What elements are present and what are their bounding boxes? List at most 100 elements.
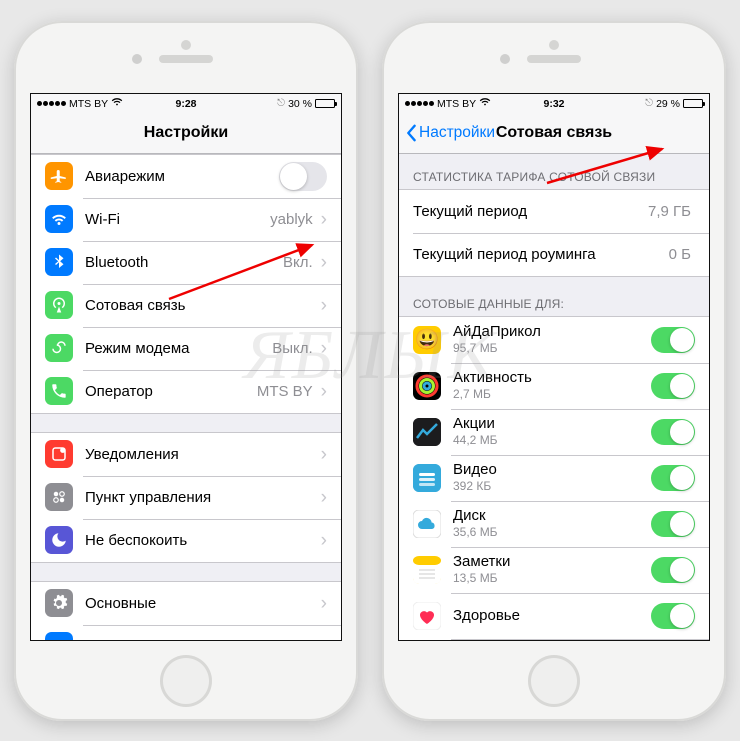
screen-right: MTS BY 9:32 ⎋ 29 % Настройки Сотовая свя… bbox=[398, 93, 710, 641]
app-usage: 392 КБ bbox=[453, 480, 651, 494]
ear-speaker bbox=[527, 55, 581, 63]
nav-title: Настройки bbox=[144, 124, 228, 142]
row-label: Режим модема bbox=[85, 340, 190, 357]
cellular-icon bbox=[45, 291, 73, 319]
row-label: Экран и яркость bbox=[85, 638, 198, 640]
settings-row-hotspot[interactable]: Режим модемаВыкл.› bbox=[31, 327, 341, 370]
app-switch[interactable] bbox=[651, 465, 695, 491]
chevron-right-icon: › bbox=[321, 296, 327, 315]
battery-pct-label: 30 % bbox=[288, 98, 312, 110]
status-bar: MTS BY 9:32 ⎋ 29 % bbox=[399, 94, 709, 114]
nav-bar: Настройки bbox=[31, 114, 341, 154]
display-icon: AA bbox=[45, 632, 73, 640]
nav-back-button[interactable]: Настройки bbox=[405, 124, 495, 142]
row-detail: Выкл. bbox=[272, 340, 312, 357]
bluetooth-icon: ⎋ bbox=[277, 98, 285, 109]
proximity-sensor bbox=[181, 40, 191, 50]
clock-label: 9:32 bbox=[543, 98, 564, 110]
apps-header: СОТОВЫЕ ДАННЫЕ ДЛЯ: bbox=[399, 291, 709, 316]
wifi-icon bbox=[479, 97, 491, 110]
stats-value: 7,9 ГБ bbox=[648, 203, 691, 220]
nav-back-label: Настройки bbox=[419, 124, 495, 142]
app-name: Акции bbox=[453, 415, 651, 432]
chevron-right-icon: › bbox=[321, 488, 327, 507]
row-label: Оператор bbox=[85, 383, 153, 400]
nav-title: Сотовая связь bbox=[496, 124, 612, 142]
wifi-icon bbox=[111, 97, 123, 110]
front-camera bbox=[132, 54, 142, 64]
settings-row-bluetooth[interactable]: BluetoothВкл.› bbox=[31, 241, 341, 284]
stocks-icon bbox=[413, 418, 441, 446]
settings-row-control[interactable]: Пункт управления› bbox=[31, 476, 341, 519]
row-label: Авиарежим bbox=[85, 168, 165, 185]
battery-icon bbox=[683, 99, 703, 108]
app-switch[interactable] bbox=[651, 603, 695, 629]
settings-list[interactable]: АвиарежимWi-Fiyablyk›BluetoothВкл.›Сотов… bbox=[31, 154, 341, 640]
app-name: Здоровье bbox=[453, 607, 651, 624]
app-row-videos[interactable]: Видео 392 КБ bbox=[399, 455, 709, 501]
hotspot-icon bbox=[45, 334, 73, 362]
settings-row-general[interactable]: Основные › bbox=[31, 582, 341, 625]
app-switch[interactable] bbox=[651, 511, 695, 537]
general-icon bbox=[45, 589, 73, 617]
app-switch[interactable] bbox=[651, 373, 695, 399]
app-usage: 2,7 МБ bbox=[453, 388, 651, 402]
row-detail: Вкл. bbox=[283, 254, 313, 271]
row-label: Wi-Fi bbox=[85, 211, 120, 228]
app-row-smiley[interactable]: 😃АйДаПрикол95,7 МБ bbox=[399, 317, 709, 363]
stats-value: 0 Б bbox=[669, 246, 691, 263]
notify-icon bbox=[45, 440, 73, 468]
row-label: Сотовая связь bbox=[85, 297, 185, 314]
app-row-notes[interactable]: Заметки13,5 МБ bbox=[399, 547, 709, 593]
stats-label: Текущий период bbox=[413, 203, 527, 220]
videos-icon bbox=[413, 464, 441, 492]
chevron-right-icon: › bbox=[321, 594, 327, 613]
settings-row-phone[interactable]: ОператорMTS BY› bbox=[31, 370, 341, 413]
nav-bar: Настройки Сотовая связь bbox=[399, 114, 709, 154]
app-switch[interactable] bbox=[651, 557, 695, 583]
screen-left: MTS BY 9:28 ⎋ 30 % Настройки Авиарежим Wi… bbox=[30, 93, 342, 641]
phone-left: MTS BY 9:28 ⎋ 30 % Настройки Авиарежим Wi… bbox=[14, 21, 358, 721]
settings-row-wifi[interactable]: Wi-Fiyablyk› bbox=[31, 198, 341, 241]
app-row-stocks[interactable]: Акции 44,2 МБ bbox=[399, 409, 709, 455]
wifi-icon bbox=[45, 205, 73, 233]
app-row-cloud[interactable]: Диск35,6 МБ bbox=[399, 501, 709, 547]
settings-row-notify[interactable]: Уведомления › bbox=[31, 433, 341, 476]
app-row-activity[interactable]: Активность2,7 МБ bbox=[399, 363, 709, 409]
activity-icon bbox=[413, 372, 441, 400]
status-bar: MTS BY 9:28 ⎋ 30 % bbox=[31, 94, 341, 114]
app-name: Видео bbox=[453, 461, 651, 478]
dnd-icon bbox=[45, 526, 73, 554]
stats-row: Текущий период роуминга0 Б bbox=[399, 233, 709, 276]
app-usage: 44,2 МБ bbox=[453, 434, 651, 448]
row-label: Уведомления bbox=[85, 446, 179, 463]
app-name: АйДаПрикол bbox=[453, 323, 651, 340]
health-icon bbox=[413, 602, 441, 630]
cloud-icon bbox=[413, 510, 441, 538]
row-switch[interactable] bbox=[279, 162, 327, 191]
phone-icon bbox=[45, 377, 73, 405]
home-button[interactable] bbox=[528, 655, 580, 707]
settings-row-airplane[interactable]: Авиарежим bbox=[31, 155, 341, 198]
app-switch[interactable] bbox=[651, 419, 695, 445]
app-row-calendar[interactable]: ПН3Календарь и Напоминания7,0 МБ bbox=[399, 639, 709, 640]
app-switch[interactable] bbox=[651, 327, 695, 353]
proximity-sensor bbox=[549, 40, 559, 50]
row-label: Основные bbox=[85, 595, 156, 612]
home-button[interactable] bbox=[160, 655, 212, 707]
notes-icon bbox=[413, 556, 441, 584]
app-row-health[interactable]: Здоровье bbox=[399, 593, 709, 639]
settings-row-cellular[interactable]: Сотовая связь › bbox=[31, 284, 341, 327]
settings-row-display[interactable]: AAЭкран и яркость› bbox=[31, 625, 341, 640]
smiley-icon: 😃 bbox=[413, 326, 441, 354]
app-name: Диск bbox=[453, 507, 651, 524]
airplane-icon bbox=[45, 162, 73, 190]
carrier-label: MTS BY bbox=[437, 98, 476, 110]
control-icon bbox=[45, 483, 73, 511]
battery-pct-label: 29 % bbox=[656, 98, 680, 110]
bluetooth-icon: ⎋ bbox=[645, 98, 653, 109]
settings-row-dnd[interactable]: Не беспокоить› bbox=[31, 519, 341, 562]
chevron-right-icon: › bbox=[321, 445, 327, 464]
app-name: Заметки bbox=[453, 553, 651, 570]
cellular-content[interactable]: СТАТИСТИКА ТАРИФА СОТОВОЙ СВЯЗИ Текущий … bbox=[399, 154, 709, 640]
